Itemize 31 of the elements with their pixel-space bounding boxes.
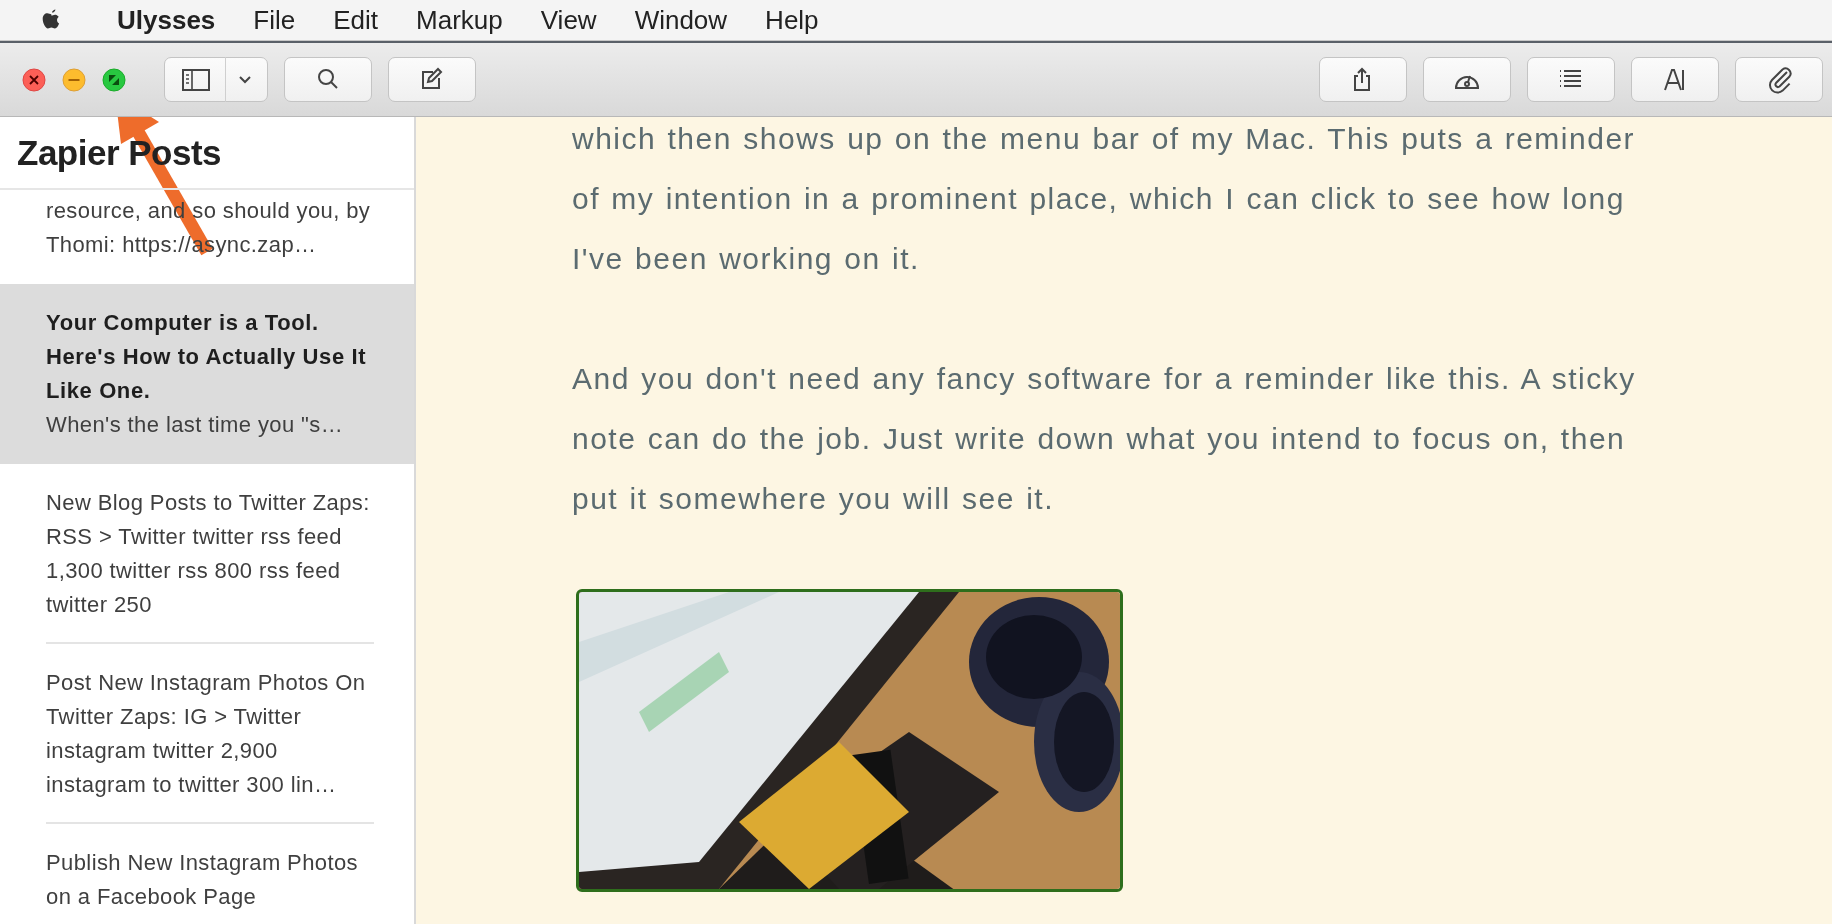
sheet-list-item[interactable]: New Blog Posts to Twitter Zaps: RSS > Twitter twitter rss feed 1,300 twitter rss 800 rss feed twitter 250 bbox=[0, 464, 414, 644]
sidebar-icon bbox=[181, 67, 211, 92]
menu-item[interactable]: Help bbox=[765, 4, 819, 36]
app-menu[interactable]: Ulysses bbox=[117, 4, 216, 36]
sheet-excerpt: When's the last time you "s… bbox=[46, 411, 345, 439]
outline-button[interactable] bbox=[1527, 57, 1615, 102]
fullscreen-icon[interactable] bbox=[102, 67, 126, 92]
sheet-title: Your Computer is a Tool. Here's How to Actually Use It Like One. bbox=[46, 309, 368, 405]
paragraph: And you don't need any fancy software for a reminder like this. A sticky note can do the job. Just write down what you intend to focus on, then put it somewhere you will see it. bbox=[572, 361, 1637, 517]
menu-item[interactable]: View bbox=[540, 4, 597, 36]
chevron-down-icon bbox=[238, 74, 252, 85]
sheet-list-item[interactable]: Post New Instagram Photos On Twitter Zaps: IG > Twitter instagram twitter 2,900 instagram to twitter 300 lin… bbox=[0, 644, 414, 824]
dashboard-button[interactable] bbox=[1423, 57, 1511, 102]
compose-button[interactable] bbox=[388, 57, 476, 102]
menu-item[interactable]: Window bbox=[634, 4, 728, 36]
search-button[interactable] bbox=[284, 57, 372, 102]
sheet-excerpt: New Blog Posts to Twitter Zaps: RSS > Twitter twitter rss feed 1,300 twitter rss 800 rss feed twitter 250 bbox=[46, 489, 371, 619]
menu-item[interactable]: Edit bbox=[333, 4, 379, 36]
sheet-excerpt: Post New Instagram Photos On Twitter Zaps: IG > Twitter instagram twitter 2,900 instagram to twitter 300 lin… bbox=[46, 669, 367, 799]
menu-item[interactable]: File bbox=[253, 4, 296, 36]
font-button[interactable] bbox=[1631, 57, 1719, 102]
menu-item[interactable]: Markup bbox=[416, 4, 503, 36]
sidebar-toggle-button[interactable] bbox=[164, 57, 268, 102]
minimize-icon[interactable] bbox=[62, 67, 86, 92]
sheet-excerpt: Publish New Instagram Photos on a Facebook Page bbox=[46, 849, 359, 911]
paragraph: which then shows up on the menu bar of my Mac. This puts a reminder of my intention in a prominent place, which I can click to see how long I've been working on it. bbox=[572, 121, 1637, 277]
share-button[interactable] bbox=[1319, 57, 1407, 102]
sheet-list-item[interactable]: Publish New Instagram Photos on a Facebook Page bbox=[0, 824, 414, 924]
sheet-list-item[interactable]: Your Computer is a Tool. Here's How to Actually Use It Like One. When's the last time you "s… bbox=[0, 284, 414, 464]
attach-button[interactable] bbox=[1735, 57, 1823, 102]
close-icon[interactable] bbox=[22, 67, 46, 92]
